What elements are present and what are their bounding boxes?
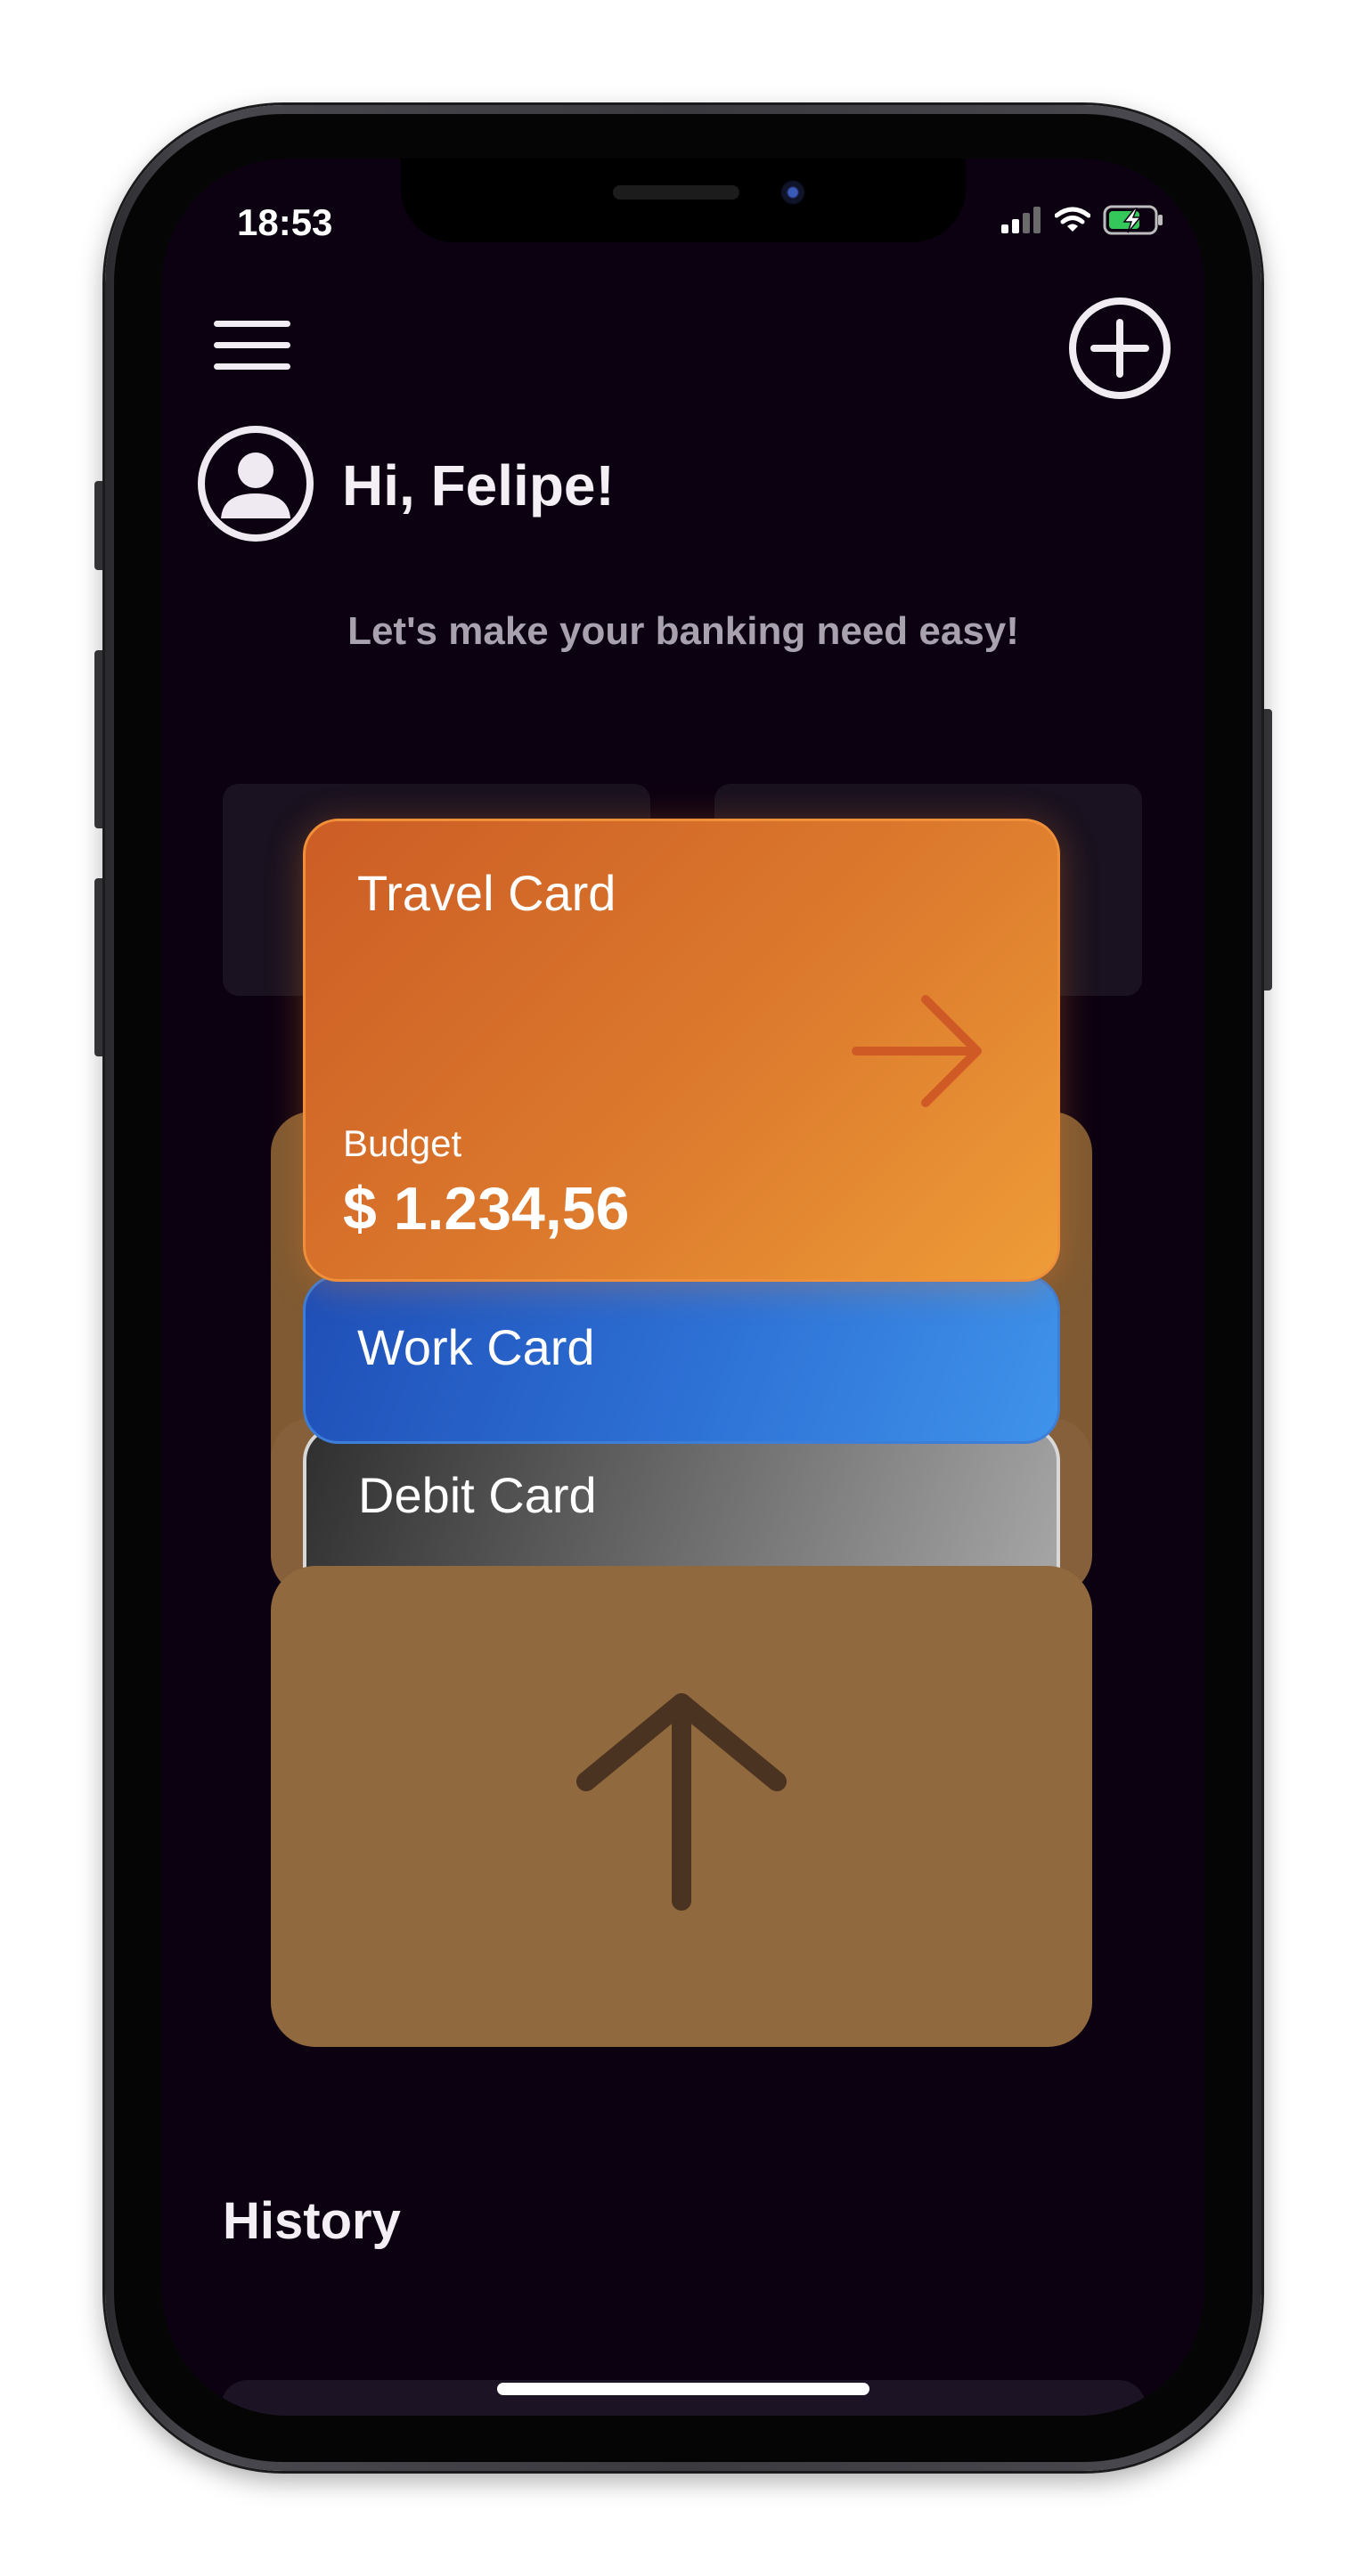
budget-label: Budget	[343, 1122, 462, 1164]
work-card[interactable]: Work Card	[303, 1275, 1060, 1444]
signal-icon	[1001, 207, 1041, 233]
travel-card-title: Travel Card	[357, 865, 616, 921]
arrow-right-icon[interactable]	[847, 989, 990, 1113]
notch	[401, 159, 966, 242]
status-icons	[1001, 205, 1165, 235]
hamburger-menu-icon[interactable]	[214, 321, 290, 385]
budget-value: $ 1.234,56	[343, 1175, 630, 1243]
person-icon	[221, 452, 290, 518]
app-screen: 18:53 Hi, Felipe! Let's make your bankin…	[162, 159, 1204, 2416]
wifi-icon	[1055, 207, 1090, 232]
travel-card[interactable]: Travel Card Budget $ 1.234,56	[303, 819, 1060, 1282]
power-button	[1260, 709, 1272, 990]
arrow-up-icon[interactable]	[574, 1691, 789, 1913]
earpiece-speaker	[613, 185, 739, 200]
history-title: History	[223, 2192, 401, 2250]
subtitle-text: Let's make your banking need easy!	[347, 609, 1019, 653]
plus-circle-icon[interactable]	[1067, 296, 1172, 401]
home-indicator[interactable]	[497, 2383, 869, 2395]
work-card-title: Work Card	[357, 1319, 595, 1375]
greeting-text: Hi, Felipe!	[342, 453, 615, 518]
wallet-pocket[interactable]	[271, 1566, 1092, 2047]
status-time: 18:53	[237, 201, 333, 243]
battery-charging-icon	[1103, 205, 1163, 235]
front-camera	[775, 175, 811, 210]
user-avatar-icon[interactable]	[198, 426, 314, 542]
debit-card-title: Debit Card	[358, 1467, 597, 1523]
